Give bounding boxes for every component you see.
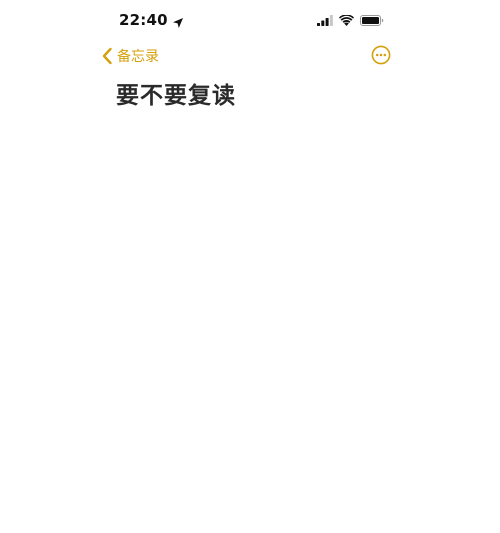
chevron-left-icon xyxy=(101,47,113,65)
signal-bars-icon xyxy=(317,11,333,30)
status-time: 22:40 xyxy=(119,11,168,29)
note-title[interactable]: 要不要复读 xyxy=(116,76,236,110)
ellipsis-circle-icon[interactable] xyxy=(371,45,391,65)
status-right-icons xyxy=(317,12,384,28)
wifi-icon xyxy=(339,11,354,30)
status-time-group: 22:40 xyxy=(119,10,184,30)
note-body-editor[interactable] xyxy=(100,115,400,515)
back-button[interactable]: 备忘录 xyxy=(101,44,159,68)
battery-icon xyxy=(360,11,384,30)
nav-bar: 备忘录 xyxy=(0,42,500,70)
back-label: 备忘录 xyxy=(117,49,159,65)
status-bar: 22:40 xyxy=(0,0,500,42)
location-arrow-icon xyxy=(172,14,184,28)
